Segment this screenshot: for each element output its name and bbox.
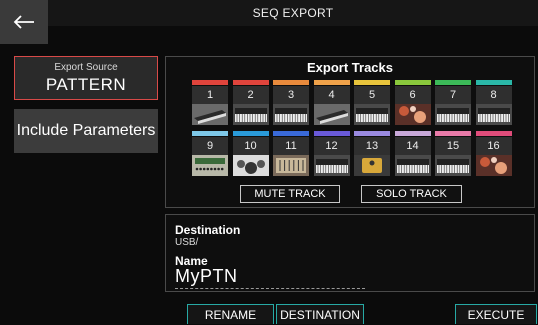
track-number: 1: [192, 86, 228, 104]
export-source-button[interactable]: Export Source PATTERN: [14, 56, 158, 100]
track-9[interactable]: 9: [192, 131, 228, 176]
track-7[interactable]: 7: [435, 80, 471, 125]
execute-button[interactable]: EXECUTE: [455, 304, 537, 324]
rename-button[interactable]: RENAME: [187, 304, 274, 324]
track-color-bar: [273, 80, 309, 85]
track-color-bar: [475, 131, 512, 136]
pattern-icon: [394, 104, 431, 125]
back-button[interactable]: [0, 0, 48, 44]
track-color-bar: [192, 131, 228, 136]
track-number: 13: [354, 137, 390, 155]
include-parameters-button[interactable]: Include Parameters: [14, 109, 158, 153]
track-number: 9: [192, 137, 228, 155]
keyboard-icon: [232, 104, 269, 125]
track-color-bar: [232, 80, 269, 85]
page-title: SEQ EXPORT: [252, 6, 334, 20]
track-1[interactable]: 1: [192, 80, 228, 125]
export-source-label: Export Source: [54, 62, 118, 73]
keyboard-icon: [435, 104, 471, 125]
track-number: 6: [394, 86, 431, 104]
track-color-bar: [435, 80, 471, 85]
keyboard-icon: [273, 104, 309, 125]
track-color-bar: [273, 131, 309, 136]
name-value: MyPTN: [175, 266, 238, 286]
track-10[interactable]: 10: [232, 131, 269, 176]
track-16[interactable]: 16: [475, 131, 512, 176]
track-color-bar: [313, 131, 350, 136]
destination-label: Destination: [175, 223, 241, 237]
track-number: 8: [475, 86, 512, 104]
track-3[interactable]: 3: [273, 80, 309, 125]
track-5[interactable]: 5: [354, 80, 390, 125]
track-number: 16: [475, 137, 512, 155]
name-underline: [175, 288, 365, 289]
solo-track-button[interactable]: SOLO TRACK: [361, 185, 462, 203]
track-number: 2: [232, 86, 269, 104]
track-number: 3: [273, 86, 309, 104]
keyboard-icon: [354, 104, 390, 125]
track-color-bar: [394, 131, 431, 136]
keyboard-icon: [435, 155, 471, 176]
track-color-bar: [475, 80, 512, 85]
track-color-bar: [394, 80, 431, 85]
keyboard-icon: [475, 104, 512, 125]
mute-track-button[interactable]: MUTE TRACK: [240, 185, 340, 203]
track-number: 12: [313, 137, 350, 155]
synth-icon: [313, 104, 350, 125]
export-tracks-title: Export Tracks: [307, 60, 393, 75]
track-number: 11: [273, 137, 309, 155]
module-icon: [192, 155, 228, 176]
track-8[interactable]: 8: [475, 80, 512, 125]
track-11[interactable]: 11: [273, 131, 309, 176]
pattern-icon: [475, 155, 512, 176]
track-number: 14: [394, 137, 431, 155]
track-15[interactable]: 15: [435, 131, 471, 176]
destination-button[interactable]: DESTINATION: [276, 304, 364, 324]
keyboard-icon: [394, 155, 431, 176]
arrow-left-icon: [13, 15, 34, 29]
synth-icon: [192, 104, 228, 125]
track-color-bar: [435, 131, 471, 136]
track-color-bar: [192, 80, 228, 85]
track-12[interactable]: 12: [313, 131, 350, 176]
export-source-value: PATTERN: [45, 75, 127, 94]
track-color-bar: [354, 131, 390, 136]
track-number: 5: [354, 86, 390, 104]
keyboard-icon: [313, 155, 350, 176]
track-14[interactable]: 14: [394, 131, 431, 176]
track-6[interactable]: 6: [394, 80, 431, 125]
destination-path: USB/: [175, 237, 199, 248]
track-13[interactable]: 13: [354, 131, 390, 176]
track-number: 15: [435, 137, 471, 155]
pedal-icon: [354, 155, 390, 176]
track-number: 4: [313, 86, 350, 104]
track-4[interactable]: 4: [313, 80, 350, 125]
track-number: 10: [232, 137, 269, 155]
track-2[interactable]: 2: [232, 80, 269, 125]
track-color-bar: [232, 131, 269, 136]
track-color-bar: [354, 80, 390, 85]
track-number: 7: [435, 86, 471, 104]
drums-icon: [232, 155, 269, 176]
mixer-icon: [273, 155, 309, 176]
track-color-bar: [313, 80, 350, 85]
